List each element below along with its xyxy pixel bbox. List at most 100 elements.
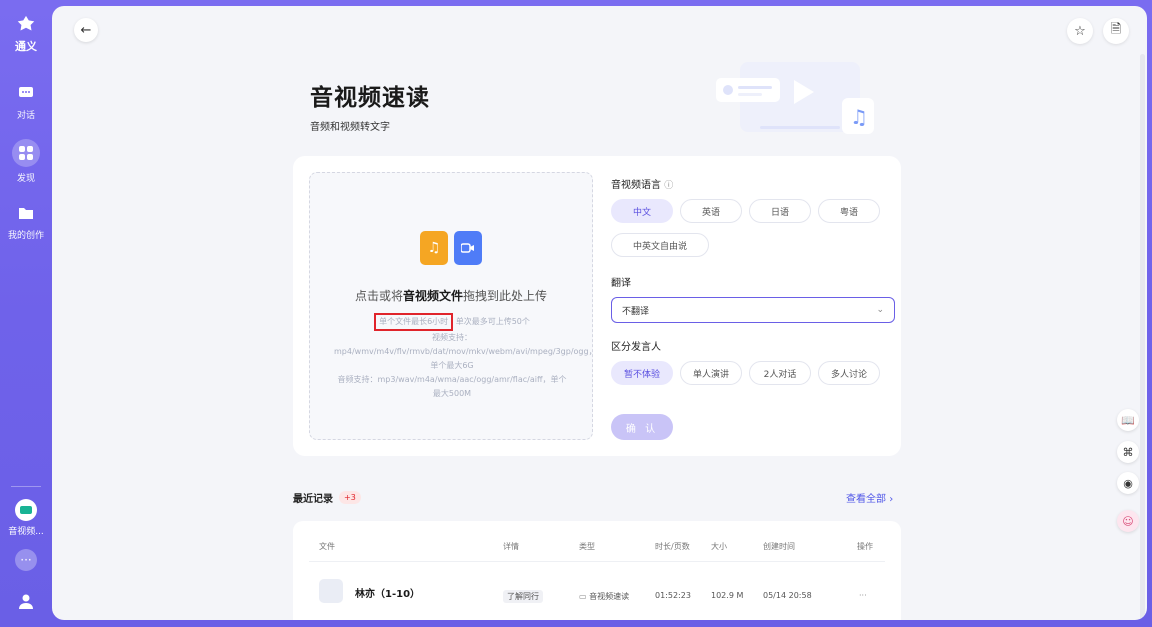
translate-value: 不翻译: [622, 306, 650, 317]
divider: [309, 561, 885, 562]
speaker-section: 区分发言人 暂不体验 单人演讲 2人对话 多人讨论: [611, 338, 901, 385]
left-rail: 通义 对话 发现 我的创作 音视频... ···: [0, 0, 52, 627]
hint-video-formats: 视频支持：mp4/wmv/m4v/flv/rmvb/dat/mov/mkv/we…: [334, 333, 597, 370]
translate-select[interactable]: 不翻译 ⌄: [611, 297, 895, 323]
speaker-chip-single[interactable]: 单人演讲: [680, 361, 742, 385]
language-section: 音视频语言 ⓘ 中文 英语 日语 粤语 中英文自由说: [611, 176, 901, 257]
star-icon: ☆: [1074, 23, 1086, 39]
book-button[interactable]: 📖: [1117, 409, 1139, 431]
divider: [11, 486, 41, 487]
dropzone-instruction: 点击或将音视频文件拖拽到此处上传: [310, 287, 592, 304]
document-icon: 🗎: [1110, 22, 1122, 37]
rail-item-my-creations[interactable]: 我的创作: [8, 202, 44, 241]
row-created: 05/14 20:58: [763, 591, 812, 600]
back-button[interactable]: ←: [74, 18, 98, 42]
main-panel: ← ☆ 🗎 音视频速读 音频和视频转文字 ♫ ♫ 点击或将音视频文件拖拽到此处上…: [52, 6, 1147, 620]
hint-duration-limit: 单个文件最长6小时: [374, 313, 454, 331]
rail-item-label: 发现: [16, 174, 35, 184]
recent-title-text: 最近记录: [293, 494, 333, 505]
speaker-label: 区分发言人: [611, 342, 661, 353]
recent-count-badge: +3: [339, 491, 361, 504]
rail-bottom: 音视频... ···: [0, 486, 52, 613]
logo-label: 通义: [15, 40, 37, 53]
page-subtitle: 音频和视频转文字: [310, 122, 390, 133]
column-header: 类型: [579, 542, 595, 551]
chevron-right-icon: ›: [889, 494, 894, 505]
row-actions-button[interactable]: ···: [859, 591, 867, 600]
view-all-link[interactable]: 查看全部 ›: [846, 490, 893, 505]
language-chip-yue[interactable]: 粤语: [818, 199, 880, 223]
audio-file-icon: [319, 579, 343, 603]
column-header: 创建时间: [763, 542, 795, 551]
feedback-button[interactable]: ☺: [1117, 510, 1139, 532]
language-label: 音视频语言 ⓘ: [611, 180, 674, 191]
confirm-button[interactable]: 确 认: [611, 414, 673, 440]
svg-text:♫: ♫: [850, 105, 868, 129]
hint-limits: 单个文件最长6小时 单次最多可上传50个: [334, 313, 570, 331]
hint-audio-formats: 音频支持：mp3/wav/m4a/wma/aac/ogg/amr/flac/ai…: [337, 375, 567, 398]
folder-icon: [15, 202, 37, 224]
notes-button[interactable]: 🗎: [1103, 18, 1129, 44]
type-icon: ▭: [579, 592, 587, 601]
hint-count-limit: 单次最多可上传50个: [455, 317, 530, 326]
av-app-icon: [15, 499, 37, 521]
row-duration: 01:52:23: [655, 591, 691, 600]
upload-card: ♫ 点击或将音视频文件拖拽到此处上传 单个文件最长6小时 单次最多可上传50个 …: [293, 156, 901, 456]
file-name[interactable]: 林亦（1-10）: [355, 585, 420, 600]
row-type: ▭ 音视频速读: [579, 592, 630, 601]
user-icon[interactable]: [18, 593, 34, 613]
column-header: 详情: [503, 542, 519, 551]
language-chip-ja[interactable]: 日语: [749, 199, 811, 223]
row-detail: 了解同行: [503, 590, 543, 603]
row-size: 102.9 M: [711, 591, 744, 600]
audio-file-icon: ♫: [420, 231, 448, 265]
favorite-button[interactable]: ☆: [1067, 18, 1093, 44]
rail-item-discover[interactable]: 发现: [12, 139, 40, 184]
more-icon[interactable]: ···: [15, 549, 37, 571]
video-file-icon: [454, 231, 482, 265]
speaker-chip-none[interactable]: 暂不体验: [611, 361, 673, 385]
assistant-button[interactable]: ◉: [1117, 472, 1139, 494]
rail-app-av-reader[interactable]: 音视频...: [8, 499, 44, 537]
rail-item-label: 对话: [16, 111, 35, 121]
page-title: 音视频速读: [310, 85, 430, 111]
app-logo[interactable]: 通义: [15, 14, 37, 54]
view-all-label: 查看全部: [846, 494, 886, 505]
column-header: 时长/页数: [655, 542, 690, 551]
robot-icon: ◉: [1123, 476, 1133, 490]
speaker-options: 暂不体验 单人演讲 2人对话 多人讨论: [611, 361, 901, 385]
speaker-chip-two[interactable]: 2人对话: [749, 361, 811, 385]
book-icon: 📖: [1121, 413, 1135, 427]
translate-label: 翻译: [611, 278, 631, 289]
upload-dropzone[interactable]: ♫ 点击或将音视频文件拖拽到此处上传 单个文件最长6小时 单次最多可上传50个 …: [309, 172, 597, 440]
instruction-suffix: 拖拽到此处上传: [463, 289, 548, 303]
column-header: 大小: [711, 542, 727, 551]
instruction-prefix: 点击或将: [354, 289, 403, 303]
rail-app-label: 音视频...: [8, 527, 44, 537]
logo-icon: [17, 15, 35, 31]
instruction-bold: 音视频文件: [402, 289, 463, 303]
language-chip-zh[interactable]: 中文: [611, 199, 673, 223]
rail-item-label: 我的创作: [7, 231, 44, 241]
info-icon: ⓘ: [664, 181, 674, 191]
file-type-icons: ♫: [420, 231, 482, 265]
apps-button[interactable]: ⌘: [1117, 441, 1139, 463]
shortcut-icon: ⌘: [1122, 445, 1134, 459]
hero-illustration: ♫: [716, 62, 874, 134]
rail-item-chat[interactable]: 对话: [15, 82, 37, 121]
language-chip-en[interactable]: 英语: [680, 199, 742, 223]
scrollbar[interactable]: [1140, 54, 1145, 620]
recent-section-title: 最近记录 +3: [293, 490, 361, 505]
speaker-chip-multi[interactable]: 多人讨论: [818, 361, 880, 385]
chat-icon: [15, 82, 37, 104]
arrow-left-icon: ←: [80, 22, 92, 38]
language-chip-mixed[interactable]: 中英文自由说: [611, 233, 709, 257]
column-header: 操作: [857, 542, 873, 551]
recent-table: 文件 详情 类型 时长/页数 大小 创建时间 操作 林亦（1-10） 了解同行 …: [293, 521, 901, 620]
smile-icon: ☺: [1122, 514, 1134, 528]
column-header: 文件: [319, 542, 335, 551]
dropzone-hints: 单个文件最长6小时 单次最多可上传50个 视频支持：mp4/wmv/m4v/fl…: [334, 313, 597, 401]
language-options: 中文 英语 日语 粤语 中英文自由说: [611, 199, 901, 257]
grid-icon: [12, 139, 40, 167]
chevron-down-icon: ⌄: [876, 305, 884, 315]
